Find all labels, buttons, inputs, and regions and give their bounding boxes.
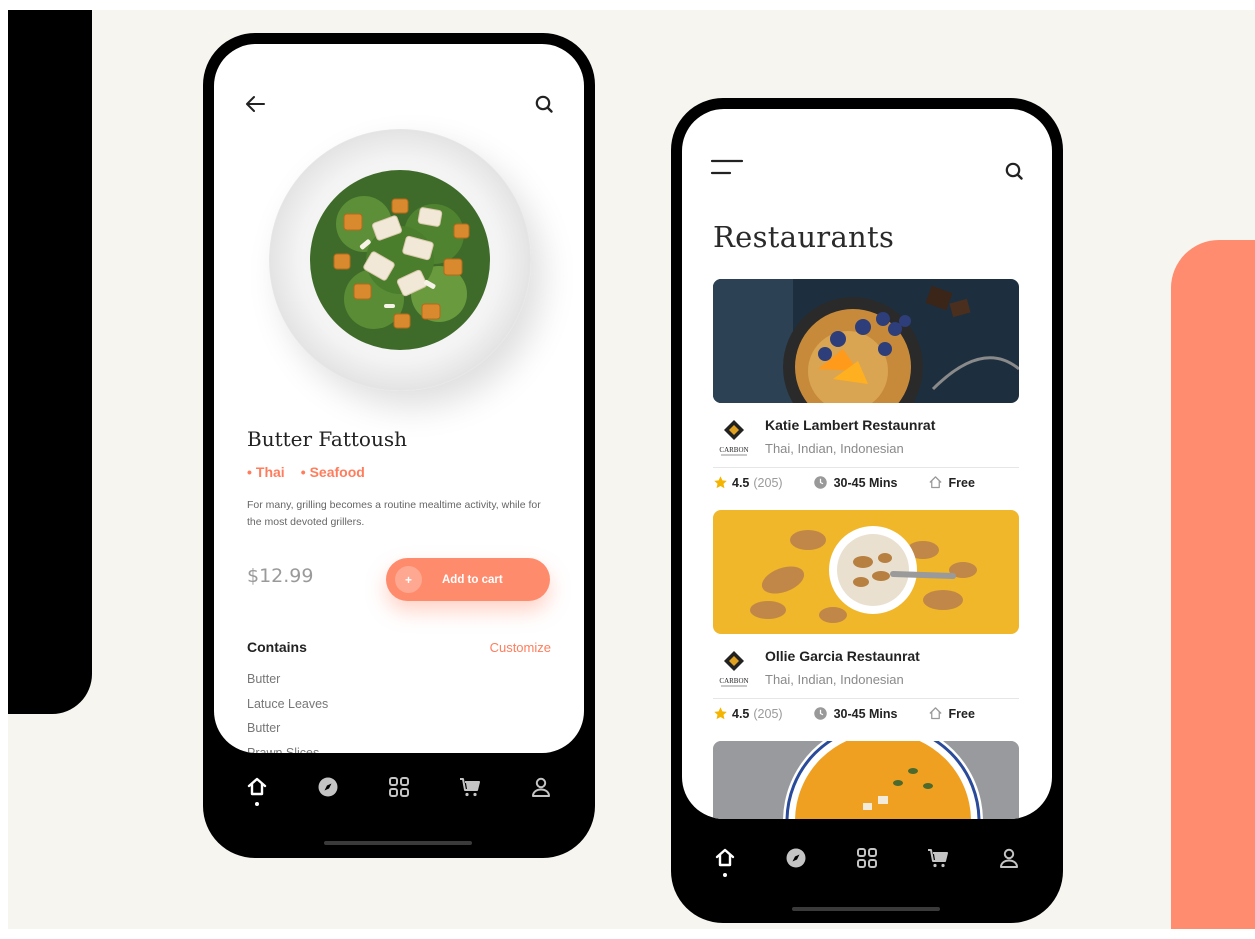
delivery-fee-value: Free bbox=[948, 475, 975, 490]
restaurant-image bbox=[713, 279, 1019, 403]
restaurant-card[interactable]: CARBON Katie Lambert Restaunrat Thai, In… bbox=[713, 279, 1019, 490]
cart-icon bbox=[928, 849, 949, 868]
dish-image bbox=[269, 129, 531, 391]
contains-heading: Contains bbox=[247, 639, 307, 655]
rating: 4.5 (205) bbox=[713, 475, 783, 490]
restaurant-meta: 4.5 (205) 30-45 Mins Free bbox=[713, 706, 1019, 721]
nav-home[interactable] bbox=[237, 775, 277, 809]
carbon-logo-icon: CARBON bbox=[719, 420, 749, 456]
dish-detail-screen: Butter Fattoush Thai Seafood For many, g… bbox=[214, 44, 584, 753]
dish-title: Butter Fattoush bbox=[247, 427, 407, 451]
restaurant-cuisine: Thai, Indian, Indonesian bbox=[765, 441, 904, 456]
search-icon[interactable] bbox=[1002, 159, 1026, 183]
nav-profile[interactable] bbox=[989, 846, 1029, 880]
nav-categories[interactable] bbox=[847, 846, 887, 880]
restaurant-card[interactable]: CARBON Ollie Garcia Restaunrat Thai, Ind… bbox=[713, 510, 1019, 721]
menu-icon[interactable] bbox=[709, 155, 745, 181]
user-icon bbox=[1000, 848, 1019, 868]
clock-icon bbox=[813, 707, 827, 720]
restaurant-image bbox=[713, 510, 1019, 634]
restaurant-image bbox=[713, 741, 1019, 819]
ingredient-item: Butter bbox=[247, 672, 281, 686]
nav-home[interactable] bbox=[705, 846, 745, 880]
review-count: (205) bbox=[753, 475, 783, 490]
carbon-logo-icon: CARBON bbox=[719, 651, 749, 687]
rating-value: 4.5 bbox=[732, 706, 750, 721]
nav-explore[interactable] bbox=[776, 846, 816, 880]
delivery-time: 30-45 Mins bbox=[813, 706, 898, 721]
delivery-time-value: 30-45 Mins bbox=[833, 475, 898, 490]
divider bbox=[713, 467, 1019, 468]
nav-profile[interactable] bbox=[521, 775, 561, 809]
rating-value: 4.5 bbox=[732, 475, 750, 490]
ingredients-list: Butter Latuce Leaves Butter Prawn Slices bbox=[247, 667, 328, 753]
house-icon bbox=[928, 476, 942, 489]
restaurant-meta: 4.5 (205) 30-45 Mins Free bbox=[713, 475, 1019, 490]
star-icon bbox=[714, 476, 727, 489]
restaurant-name[interactable]: Ollie Garcia Restaunrat bbox=[765, 648, 920, 664]
restaurants-screen: Restaurants CARBON Katie Lambert Restaun… bbox=[682, 109, 1052, 819]
star-icon bbox=[714, 707, 727, 720]
ingredient-item: Butter bbox=[247, 721, 281, 735]
search-icon[interactable] bbox=[532, 92, 556, 116]
phone-restaurants: Restaurants CARBON Katie Lambert Restaun… bbox=[671, 98, 1063, 923]
active-indicator bbox=[254, 802, 259, 806]
delivery-fee: Free bbox=[928, 706, 975, 721]
restaurant-card[interactable] bbox=[713, 741, 1019, 819]
decorative-coral-panel bbox=[1171, 240, 1255, 929]
user-icon bbox=[532, 777, 551, 797]
phone-dish-detail: Butter Fattoush Thai Seafood For many, g… bbox=[203, 33, 595, 858]
nav-cart[interactable] bbox=[918, 846, 958, 880]
tag-seafood[interactable]: Seafood bbox=[301, 464, 365, 480]
svg-text:CARBON: CARBON bbox=[719, 446, 748, 454]
compass-icon bbox=[318, 777, 338, 797]
compass-icon bbox=[786, 848, 806, 868]
tag-thai[interactable]: Thai bbox=[247, 464, 285, 480]
bottom-navigation bbox=[203, 775, 595, 809]
dish-price: $12.99 bbox=[247, 565, 314, 587]
home-icon bbox=[247, 777, 266, 796]
home-icon bbox=[715, 848, 734, 867]
restaurant-cuisine: Thai, Indian, Indonesian bbox=[765, 672, 904, 687]
delivery-time: 30-45 Mins bbox=[813, 475, 898, 490]
svg-text:CARBON: CARBON bbox=[719, 677, 748, 685]
cart-icon bbox=[460, 778, 481, 797]
background-canvas: Butter Fattoush Thai Seafood For many, g… bbox=[8, 10, 1255, 929]
active-indicator bbox=[722, 873, 727, 877]
delivery-fee: Free bbox=[928, 475, 975, 490]
ingredient-item: Prawn Slices bbox=[247, 745, 320, 754]
nav-explore[interactable] bbox=[308, 775, 348, 809]
nav-cart[interactable] bbox=[450, 775, 490, 809]
add-to-cart-button[interactable]: + Add to cart bbox=[386, 558, 550, 601]
dish-tags: Thai Seafood bbox=[247, 464, 365, 480]
house-icon bbox=[928, 707, 942, 720]
salad-illustration bbox=[310, 170, 490, 350]
ingredient-item: Latuce Leaves bbox=[247, 696, 329, 711]
rating: 4.5 (205) bbox=[713, 706, 783, 721]
delivery-time-value: 30-45 Mins bbox=[833, 706, 898, 721]
customize-link[interactable]: Customize bbox=[490, 640, 551, 655]
add-to-cart-label: Add to cart bbox=[442, 573, 503, 586]
home-indicator bbox=[792, 907, 940, 911]
restaurant-name[interactable]: Katie Lambert Restaunrat bbox=[765, 417, 935, 433]
review-count: (205) bbox=[753, 706, 783, 721]
page-title: Restaurants bbox=[713, 220, 895, 254]
divider bbox=[713, 698, 1019, 699]
delivery-fee-value: Free bbox=[948, 706, 975, 721]
decorative-black-panel bbox=[8, 10, 92, 714]
clock-icon bbox=[813, 476, 827, 489]
home-indicator bbox=[324, 841, 472, 845]
grid-icon bbox=[388, 777, 409, 797]
nav-categories[interactable] bbox=[379, 775, 419, 809]
arrow-left-icon[interactable] bbox=[242, 91, 268, 117]
dish-description: For many, grilling becomes a routine mea… bbox=[247, 499, 541, 528]
bottom-navigation bbox=[671, 846, 1063, 880]
plus-icon: + bbox=[395, 566, 422, 593]
grid-icon bbox=[856, 848, 877, 868]
